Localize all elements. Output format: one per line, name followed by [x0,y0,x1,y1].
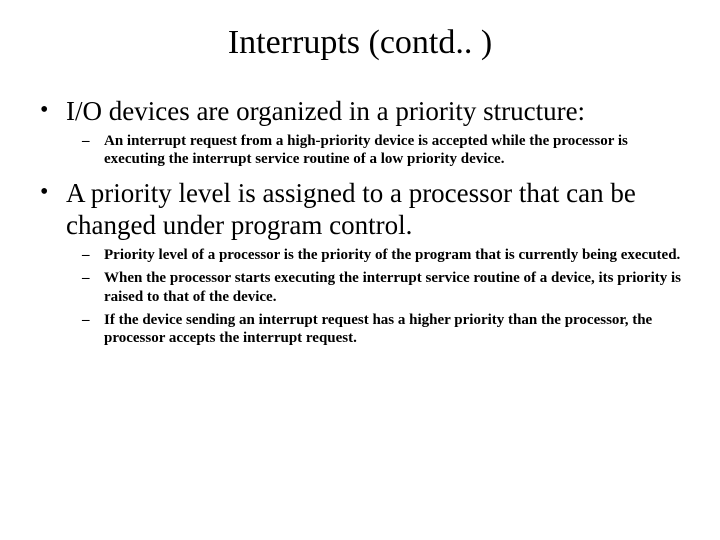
bullet-item: I/O devices are organized in a priority … [38,96,682,168]
bullet-text: A priority level is assigned to a proces… [66,178,636,240]
sub-item: An interrupt request from a high-priorit… [82,132,682,169]
sub-item: When the processor starts executing the … [82,269,682,306]
bullet-text: I/O devices are organized in a priority … [66,96,585,126]
slide-title: Interrupts (contd.. ) [38,24,682,62]
bullet-item: A priority level is assigned to a proces… [38,178,682,347]
slide: Interrupts (contd.. ) I/O devices are or… [0,0,720,540]
sub-item: Priority level of a processor is the pri… [82,246,682,264]
bullet-list: I/O devices are organized in a priority … [38,96,682,348]
sub-item: If the device sending an interrupt reque… [82,311,682,348]
sub-list: An interrupt request from a high-priorit… [66,132,682,169]
sub-list: Priority level of a processor is the pri… [66,246,682,347]
